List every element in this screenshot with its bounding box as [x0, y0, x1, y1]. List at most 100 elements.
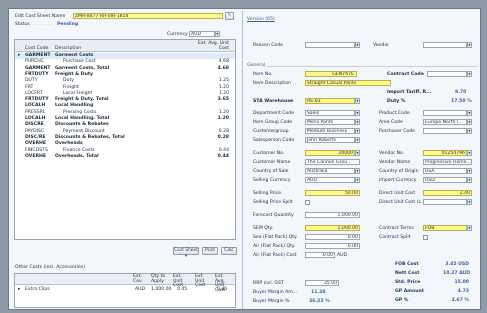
calc-button[interactable]: Calc — [221, 247, 237, 255]
contract-split-checkbox[interactable] — [423, 235, 428, 240]
item-no-field[interactable]: GEN7A7E — [305, 71, 357, 77]
cost-code-cell: OVERHE — [25, 153, 46, 159]
import-curr-field[interactable]: USD — [423, 177, 467, 183]
vendor-name-field[interactable]: Progressive Home... — [423, 159, 472, 165]
other-costs-row[interactable]: ▸ Extra Clips AUD 1,000.00 0.45 0.45 — [15, 286, 235, 293]
cost-rows: ▸ GARMENT Garment Costs PURCHC Purchase Cost… — [15, 53, 235, 163]
description-cell: Duty — [63, 78, 74, 84]
selling-curr-field[interactable]: AUD — [305, 177, 355, 183]
cust-group-dropdown[interactable]: ▾ — [355, 128, 360, 134]
area-code-dropdown[interactable]: ▾ — [467, 119, 472, 125]
table-row[interactable]: LOCALH Local Handling — [15, 103, 235, 109]
selling-price-label: Selling Price — [253, 191, 282, 196]
rrp-field[interactable]: 35.00 — [305, 280, 339, 286]
oc-avg-cost: 0.45 — [217, 287, 228, 292]
table-row[interactable]: DISC/RE Discounts & Rebates, Total 0.28 — [15, 135, 235, 141]
item-group-dropdown[interactable]: ▾ — [355, 119, 360, 125]
table-row[interactable]: DISCRE Discounts & Rebates — [15, 122, 235, 128]
contract-terms-dropdown[interactable]: ▾ — [467, 225, 472, 231]
product-code-dropdown[interactable]: ▾ — [467, 110, 472, 116]
import-curr-dropdown[interactable]: ▾ — [467, 177, 472, 183]
purchaser-label: Purchaser Code — [379, 129, 415, 134]
vendor-no-dropdown[interactable]: ▾ — [467, 150, 472, 156]
reason-code-dropdown[interactable]: ▾ — [355, 42, 360, 48]
product-code-field[interactable] — [423, 110, 467, 116]
table-row[interactable]: PAYDISC Payment Discount 0.28 — [15, 129, 235, 135]
country-sale-field[interactable]: Australia — [305, 168, 355, 174]
warehouse-field[interactable]: RE-03 — [305, 98, 355, 104]
country-sale-dropdown[interactable]: ▾ — [355, 168, 360, 174]
salesperson-field[interactable]: John Roberts — [305, 137, 355, 143]
contract-split-label: Contract Split — [379, 235, 411, 240]
version-link[interactable]: Version (65) — [247, 17, 275, 22]
forecast-qty-field[interactable]: 1,000.00 — [305, 212, 360, 218]
dept-dropdown[interactable]: ▾ — [355, 110, 360, 116]
vendor-dropdown[interactable]: ▾ — [467, 42, 472, 48]
table-row[interactable]: OVERHE Overheads — [15, 141, 235, 147]
cust-group-field[interactable]: Medium Business — [305, 128, 355, 134]
oc-col-qty: Qty to Apply — [151, 274, 166, 284]
contract-code-field[interactable] — [427, 71, 467, 77]
selling-split-checkbox[interactable] — [305, 200, 310, 205]
table-row[interactable]: GARMENT Garment Costs, Total 4.68 — [15, 66, 235, 72]
table-row[interactable]: FRT Freight 1.20 — [15, 85, 235, 91]
customer-name-field[interactable]: The Cannon Grou... — [305, 159, 360, 165]
description-cell: Local Handling — [55, 103, 94, 109]
cost-sheet-name-field[interactable]: ZMR-8477 RR-0IR-1814 — [73, 13, 223, 19]
unit-cost-cell: 0.44 — [218, 147, 229, 153]
vendor-no-field[interactable]: 01254796 — [423, 150, 467, 156]
oc-cov: AUD — [135, 287, 146, 292]
sea-field[interactable]: 0.00 — [305, 234, 360, 240]
table-row[interactable]: PURCHC Purchase Cost 4.68 — [15, 59, 235, 65]
table-row[interactable]: PRESSPL Pressing Costs 1.20 — [15, 110, 235, 116]
selling-curr-dropdown[interactable]: ▾ — [355, 177, 360, 183]
selling-price-field[interactable]: 50.00 — [305, 190, 360, 196]
cost-table: Cost Code Description Ext. Avg. Unit Cos… — [14, 39, 236, 240]
contract-terms-field[interactable]: FOB — [423, 225, 467, 231]
salesperson-dropdown[interactable]: ▾ — [355, 137, 360, 143]
qty-field[interactable]: 1,000.00 — [305, 225, 360, 231]
other-costs-table: Ext. Cov. Qty to Apply Ext. Unit Cost Ex… — [14, 273, 236, 308]
description-cell: Freight & Duty — [55, 71, 94, 77]
table-row[interactable]: FINCOSTS Finance Costs 0.44 — [15, 148, 235, 154]
item-desc-field[interactable]: Straight Casual Pants — [305, 80, 391, 86]
direct-cost-lcy-dropdown[interactable]: ▾ — [467, 199, 472, 205]
direct-unit-cost-field[interactable]: 2.40 — [423, 190, 472, 196]
purchaser-dropdown[interactable]: ▾ — [467, 128, 472, 134]
dept-field[interactable]: Sales — [305, 110, 355, 116]
selling-split-label: Selling Price Split — [253, 200, 293, 205]
buyer-margin-label: Buyer Margin Am... — [253, 290, 298, 295]
item-group-field[interactable]: Mens Pants — [305, 119, 355, 125]
vendor-field[interactable] — [423, 42, 467, 48]
table-row[interactable]: LOCALH Local Handling, Total 1.20 — [15, 116, 235, 122]
left-pane: Edit Cost Sheet Name ZMR-8477 RR-0IR-181… — [11, 11, 240, 309]
row-selector-icon: ▸ — [18, 287, 21, 292]
edit-name-icon[interactable]: ✎ — [225, 12, 234, 20]
air2-field[interactable]: 0.00 — [305, 252, 335, 258]
country-origin-dropdown[interactable]: ▾ — [467, 168, 472, 174]
currency-field[interactable]: AUD — [189, 31, 215, 37]
table-row[interactable]: OVERHE Overheads, Total 0.44 — [15, 154, 235, 160]
purchaser-field[interactable] — [423, 128, 467, 134]
reason-code-field[interactable] — [305, 42, 355, 48]
cost-sheet-button[interactable]: Cost Sheet ▾ — [173, 247, 199, 259]
air1-field[interactable]: 0.00 — [305, 243, 360, 249]
qty-label: SEM Qty. — [253, 226, 274, 231]
table-row[interactable]: DUTY Duty 1.25 — [15, 78, 235, 84]
print-button[interactable]: Print — [202, 247, 218, 255]
unit-cost-cell: 3.65 — [217, 97, 229, 103]
customer-no-field[interactable]: 20000 — [305, 150, 355, 156]
import-curr-label: Import Currency — [379, 178, 417, 183]
direct-cost-lcy-field[interactable] — [423, 199, 467, 205]
table-row[interactable]: ▸ GARMENT Garment Costs — [15, 53, 235, 60]
status-value: Pending — [57, 22, 79, 27]
customer-no-dropdown[interactable]: ▾ — [355, 150, 360, 156]
table-row[interactable]: FRTDUTY Freight & Duty — [15, 72, 235, 78]
contract-code-dropdown[interactable]: ▾ — [467, 71, 472, 77]
cost-code-cell: PAYDISC — [25, 128, 45, 134]
country-origin-field[interactable]: USA — [423, 168, 467, 174]
warehouse-dropdown[interactable]: ▾ — [355, 98, 360, 104]
area-code-field[interactable]: Europe North (... — [423, 119, 467, 125]
table-row[interactable]: FRTDUTY Freight & Duty, Total 3.65 — [15, 97, 235, 103]
currency-dropdown[interactable]: ▾ — [215, 31, 220, 37]
